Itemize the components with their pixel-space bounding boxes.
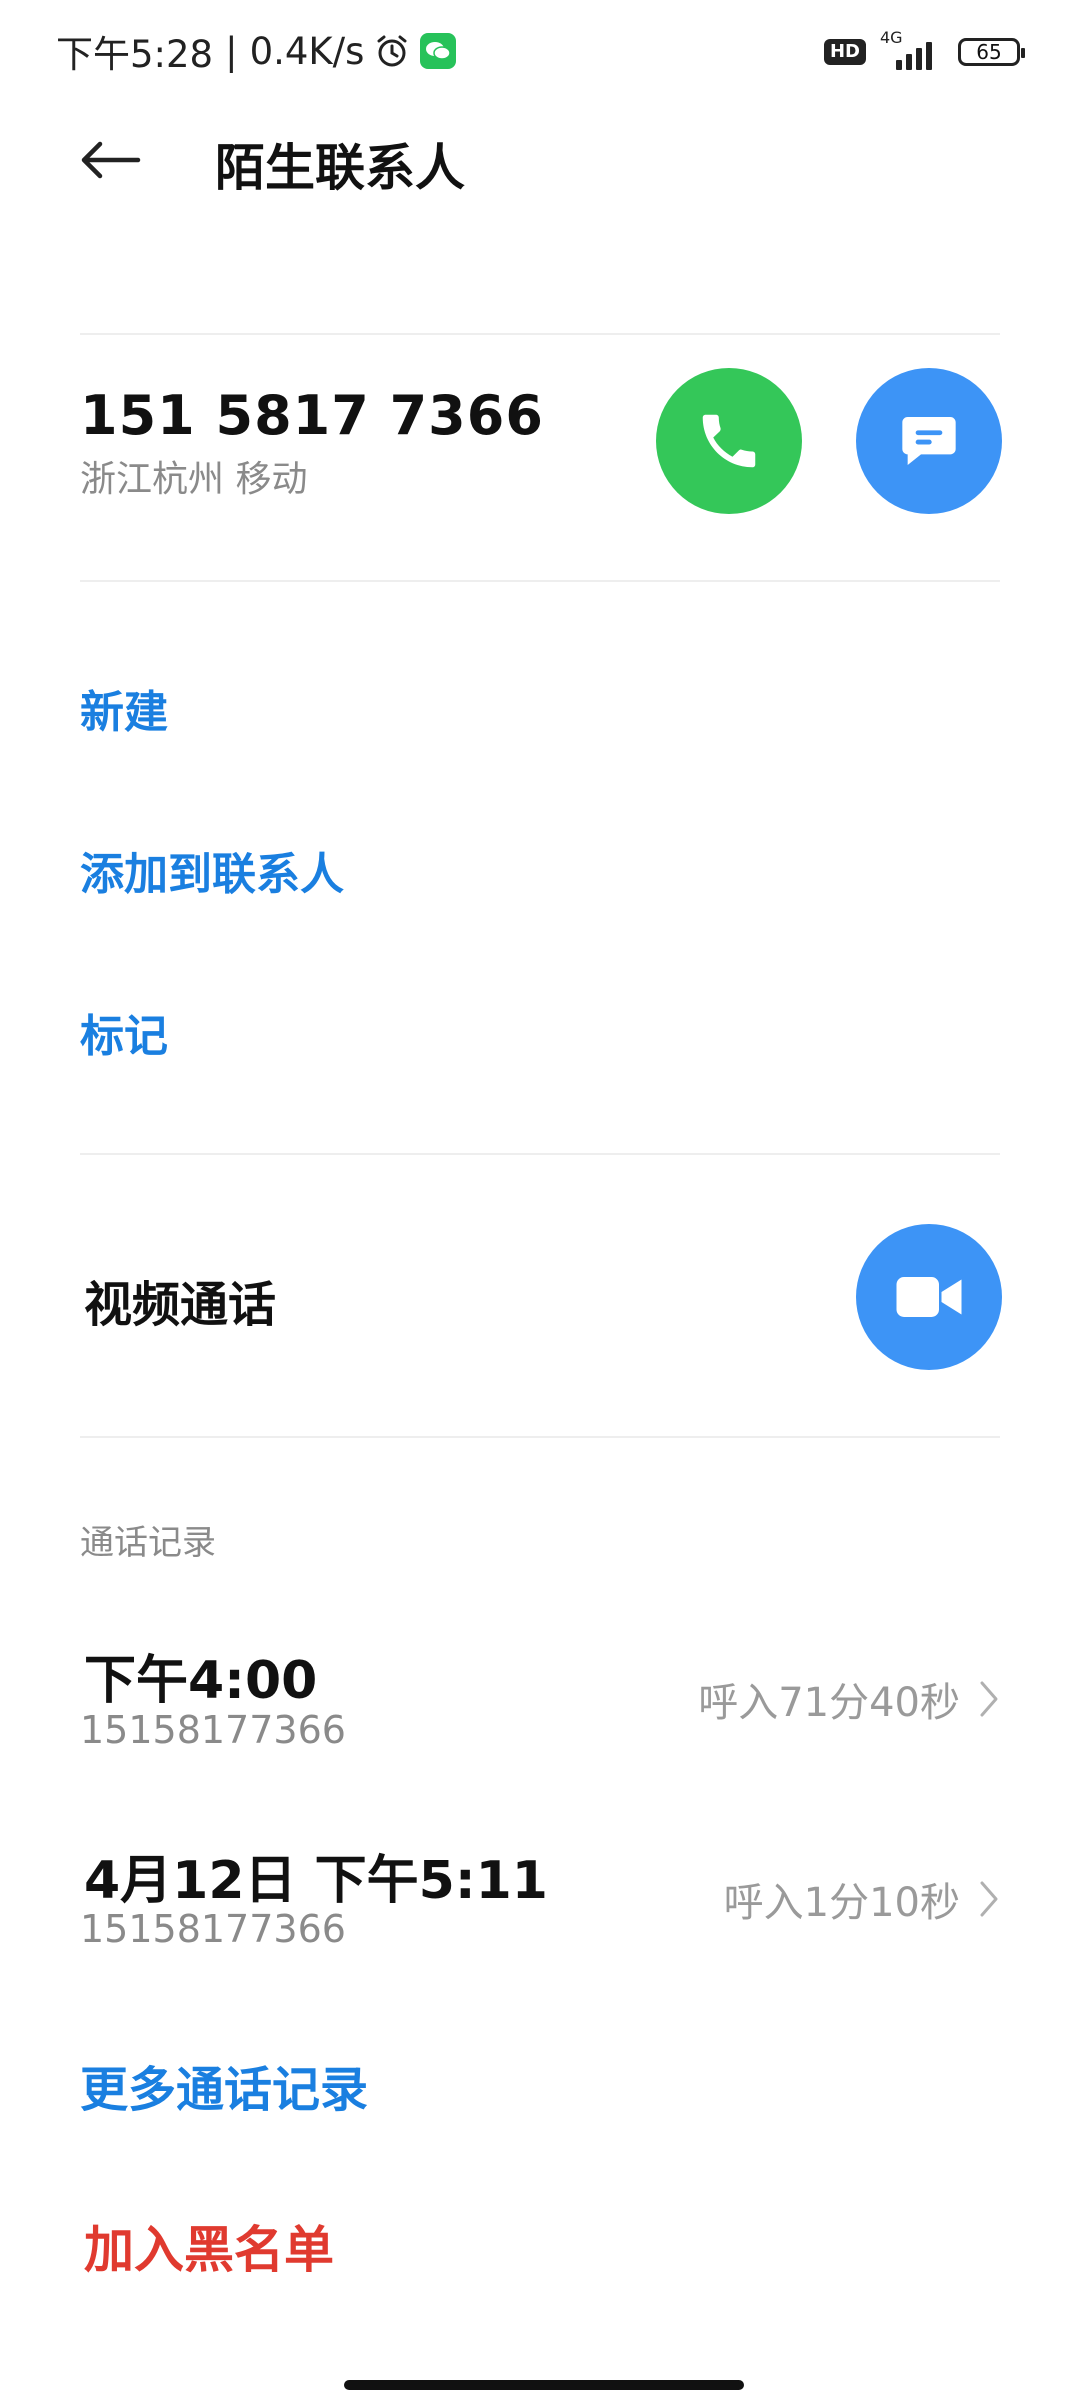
video-camera-icon <box>896 1277 962 1317</box>
phone-icon <box>702 414 756 468</box>
contact-detail-screen: 下午5:28 | 0.4K/s HD 4G 65 陌生联系人 151 5817 … <box>0 0 1080 2400</box>
page-title: 陌生联系人 <box>215 139 465 197</box>
call-detail: 呼入1分10秒 <box>724 1870 1000 1928</box>
back-arrow-icon <box>81 141 141 179</box>
phone-location: 浙江杭州 移动 <box>80 459 308 500</box>
signal-icon: 4G <box>880 28 944 74</box>
alarm-icon <box>374 33 410 69</box>
call-number: 15158177366 <box>80 1708 346 1752</box>
message-button[interactable] <box>856 368 1002 514</box>
call-duration: 呼入71分40秒 <box>698 1680 960 1726</box>
call-detail: 呼入71分40秒 <box>698 1670 1000 1728</box>
video-call-label: 视频通话 <box>84 1277 277 1333</box>
more-call-logs-button[interactable]: 更多通话记录 <box>80 2050 368 2120</box>
call-duration: 呼入1分10秒 <box>723 1880 960 1926</box>
call-time: 4月12日 下午5:11 <box>84 1851 548 1911</box>
new-contact-button[interactable]: 新建 <box>80 676 168 740</box>
home-indicator[interactable] <box>344 2380 744 2390</box>
message-icon <box>902 417 956 465</box>
add-to-contacts-button[interactable]: 添加到联系人 <box>80 838 344 902</box>
add-to-blacklist-button[interactable]: 加入黑名单 <box>84 2210 334 2282</box>
wechat-icon <box>420 33 457 69</box>
battery-level: 65 <box>976 40 1002 64</box>
header: 陌生联系人 <box>0 100 1080 220</box>
status-separator: | <box>225 29 238 73</box>
chevron-right-icon <box>980 1681 998 1717</box>
call-log-title: 通话记录 <box>80 1523 216 1563</box>
status-bar: 下午5:28 | 0.4K/s HD 4G 65 <box>0 0 1080 100</box>
call-button[interactable] <box>656 368 802 514</box>
phone-number: 151 5817 7366 <box>80 384 544 447</box>
divider <box>80 1153 1000 1155</box>
divider <box>80 580 1000 582</box>
back-button[interactable] <box>70 120 150 200</box>
divider <box>80 333 1000 335</box>
status-left: 下午5:28 | 0.4K/s <box>56 24 457 78</box>
chevron-right-icon <box>980 1881 998 1917</box>
video-call-button[interactable] <box>856 1224 1002 1370</box>
mark-button[interactable]: 标记 <box>80 1000 168 1064</box>
status-time: 下午5:28 <box>56 33 214 76</box>
status-right: HD 4G 65 <box>823 28 1025 74</box>
hd-badge: HD <box>823 39 866 65</box>
battery-icon: 65 <box>958 38 1025 66</box>
network-speed: 0.4K/s <box>249 29 365 73</box>
call-number: 15158177366 <box>80 1907 346 1951</box>
call-time: 下午4:00 <box>84 1651 318 1711</box>
divider <box>80 1436 1000 1438</box>
